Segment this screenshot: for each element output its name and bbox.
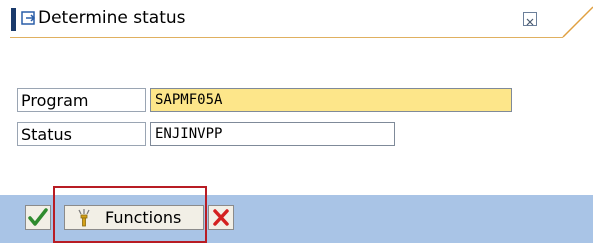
close-icon — [526, 18, 534, 26]
title-corner-decoration — [562, 6, 593, 38]
cancel-icon — [213, 209, 229, 226]
program-label: Program — [17, 88, 146, 112]
status-field[interactable]: ENJINVPP — [150, 122, 395, 146]
checkmark-icon — [28, 208, 48, 226]
title-bar: Determine status — [0, 0, 593, 40]
status-label: Status — [17, 122, 146, 146]
title-accent — [11, 8, 16, 31]
dialog-icon — [21, 11, 36, 25]
title-divider — [10, 37, 563, 38]
program-field[interactable]: SAPMF05A — [150, 88, 512, 112]
close-button[interactable] — [523, 12, 537, 26]
cancel-button[interactable] — [208, 205, 234, 230]
determine-status-dialog: Determine status Program SAPMF05A Status… — [0, 0, 593, 243]
functions-highlight-box — [53, 186, 207, 243]
confirm-button[interactable] — [25, 205, 51, 230]
dialog-title: Determine status — [38, 8, 186, 28]
